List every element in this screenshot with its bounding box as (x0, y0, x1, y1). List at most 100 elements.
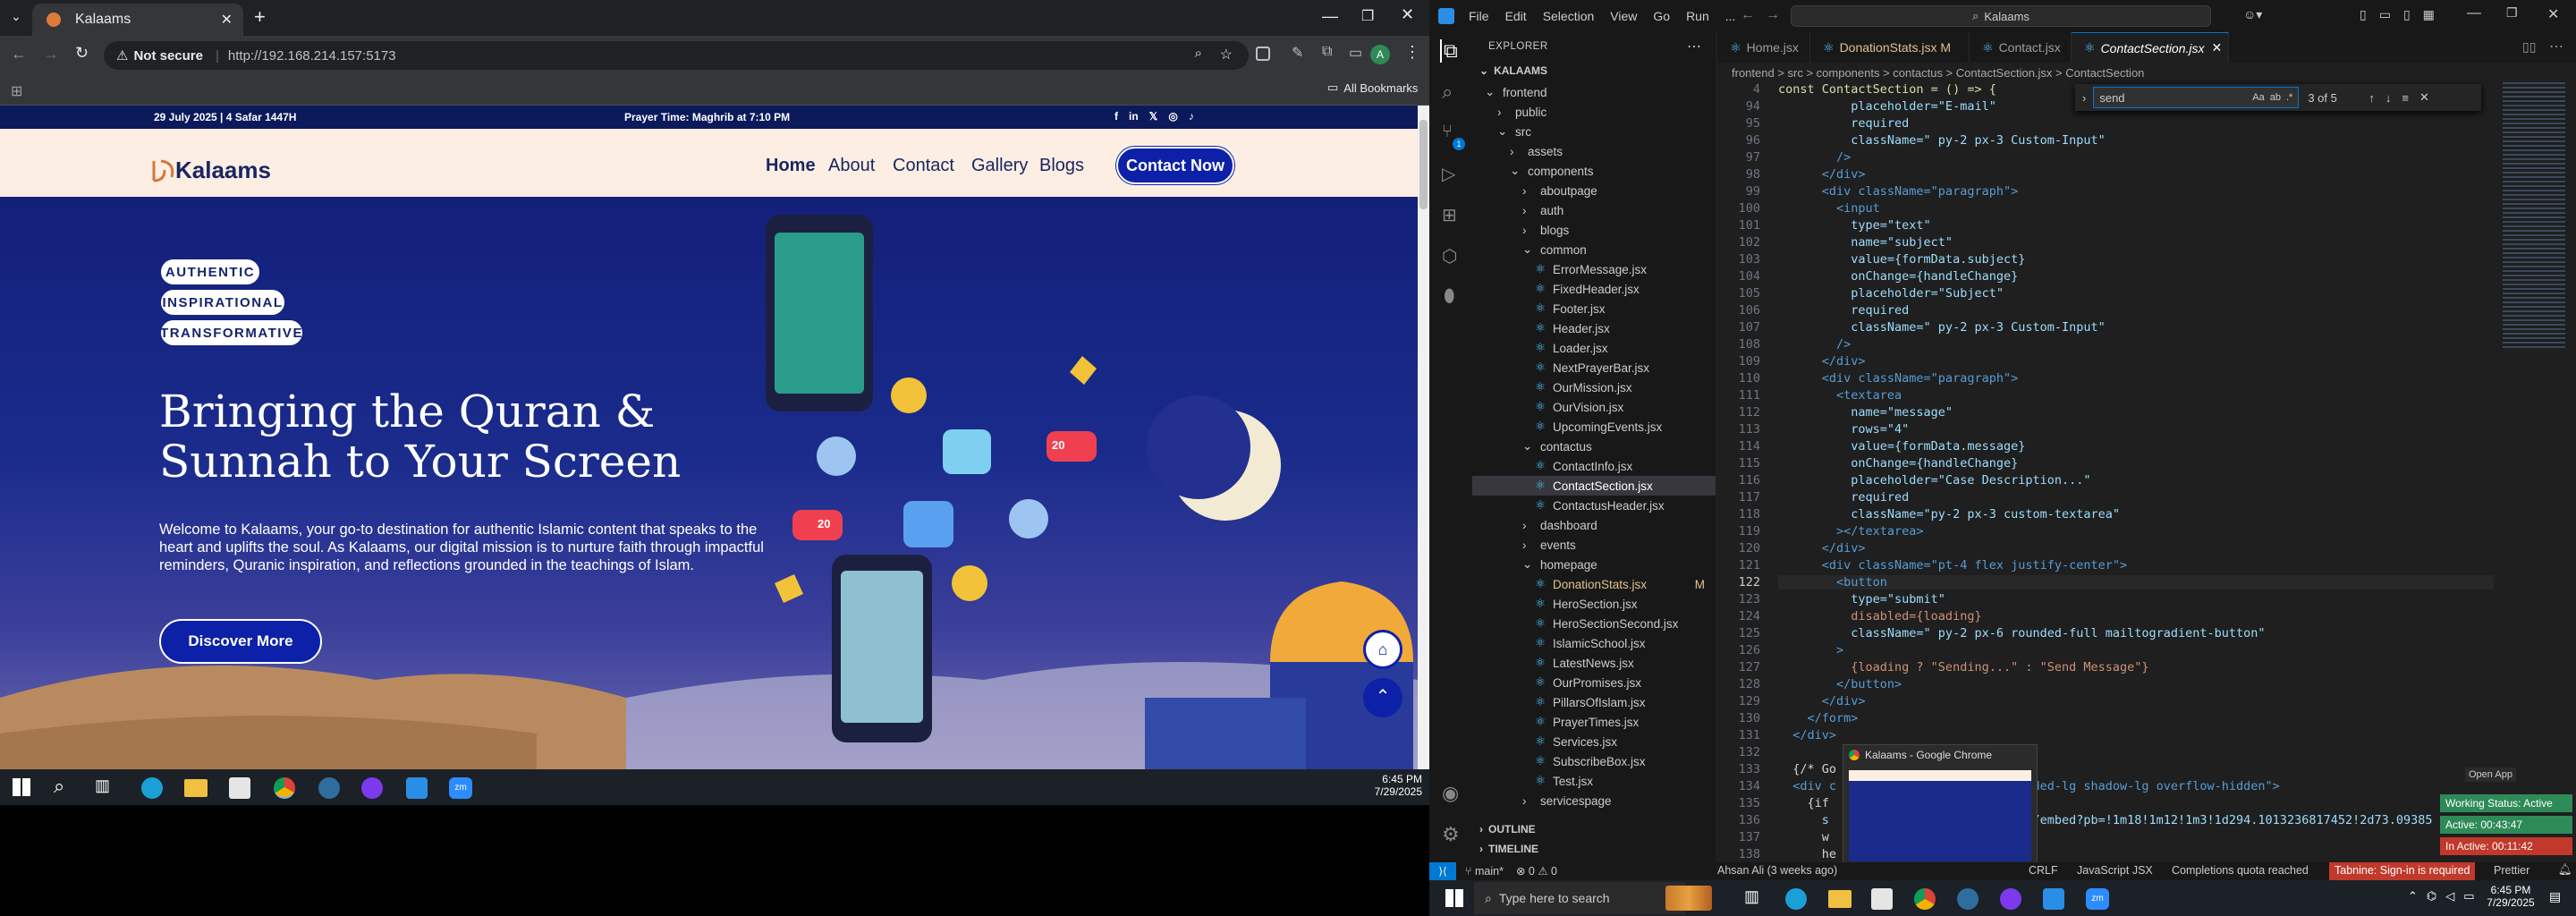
tree-item[interactable]: ⌄ frontend (1472, 82, 1716, 102)
source-control-icon[interactable]: ⑂ (1442, 122, 1453, 142)
editor-more-icon[interactable]: ⋯ (2549, 38, 2563, 55)
nav-contact[interactable]: Contact (893, 156, 954, 176)
eol-item[interactable]: CRLF (2029, 864, 2058, 877)
layout-panel-icon[interactable]: ▭ (2379, 7, 2391, 22)
layout-sidebar-icon[interactable]: ▯ (2360, 7, 2367, 22)
menu-run[interactable]: Run (1686, 9, 1709, 23)
vscode-taskbar-icon[interactable] (406, 777, 428, 799)
tree-item[interactable]: ⚛ PrayerTimes.jsx (1472, 712, 1716, 732)
github-view-icon[interactable]: ⬡ (1442, 245, 1457, 267)
tree-item[interactable]: ⚛ Services.jsx (1472, 732, 1716, 751)
tree-item[interactable]: ⚛ ErrorMessage.jsx (1472, 259, 1716, 279)
battery-icon[interactable]: ▭ (2463, 889, 2474, 903)
tree-item[interactable]: ⌄ src (1472, 122, 1716, 141)
tree-item[interactable]: ⚛ Header.jsx (1472, 318, 1716, 338)
nav-forward-icon[interactable]: → (1766, 7, 1780, 23)
menu-more[interactable]: ... (1725, 9, 1736, 23)
close-tab-icon[interactable]: ✕ (221, 11, 233, 29)
maximize-icon[interactable]: ❐ (1361, 7, 1374, 25)
minimize-icon[interactable]: — (1322, 7, 1338, 26)
edge-icon[interactable] (141, 777, 163, 799)
explorer-icon[interactable]: ⧉ (1440, 39, 1458, 63)
chrome-preview[interactable]: Kalaams - Google Chrome (1843, 744, 2038, 868)
tree-item[interactable]: ⌄ homepage (1472, 555, 1716, 574)
tree-item[interactable]: › public (1472, 102, 1716, 122)
tab-home[interactable]: ⚛ Home.jsx (1717, 32, 1810, 63)
search-icon[interactable]: ⌕ (54, 775, 64, 798)
facebook-icon[interactable]: f (1114, 110, 1118, 123)
sidepanel-icon[interactable]: ▭ (1349, 44, 1362, 62)
contact-now-button[interactable]: Contact Now (1116, 147, 1234, 184)
tree-item[interactable]: ⚛ UpcomingEvents.jsx (1472, 417, 1716, 437)
all-bookmarks[interactable]: ▭ All Bookmarks (1327, 81, 1418, 95)
forward-icon[interactable]: → (43, 45, 59, 64)
breadcrumb[interactable]: frontend > src > components > contactus … (1732, 66, 2144, 80)
chrome-taskbar-icon[interactable] (1914, 888, 1936, 910)
taskbar-search[interactable]: ⌕ Type here to search (1474, 882, 1685, 914)
discover-more-button[interactable]: Discover More (159, 619, 322, 664)
linkedin-icon[interactable]: in (1129, 110, 1139, 123)
bookmark-star-icon[interactable]: ☆ (1220, 46, 1233, 64)
vs-maximize-icon[interactable]: ❐ (2506, 5, 2518, 21)
vs-minimize-icon[interactable]: — (2467, 5, 2481, 21)
minimap[interactable] (2503, 82, 2565, 351)
puzzle-icon[interactable]: ⧉ (1322, 44, 1332, 60)
tree-item[interactable]: ⚛ DonationStats.jsx M (1472, 574, 1716, 594)
network-icon[interactable]: ⌬ (2427, 889, 2436, 903)
language-item[interactable]: JavaScript JSX (2077, 864, 2153, 877)
tree-item[interactable]: ⚛ LatestNews.jsx (1472, 653, 1716, 673)
address-bar[interactable]: ⚠ Not secure | http://192.168.214.157:51… (104, 41, 1249, 70)
windows-start-icon[interactable] (13, 778, 30, 796)
menu-edit[interactable]: Edit (1505, 9, 1527, 23)
zoom-taskbar-icon[interactable]: zm (2086, 888, 2109, 910)
volume-icon[interactable]: ◁ (2445, 889, 2454, 903)
nav-gallery[interactable]: Gallery (971, 156, 1028, 176)
tree-item[interactable]: › servicespage (1472, 791, 1716, 810)
instagram-icon[interactable]: ◎ (1168, 110, 1177, 123)
search-view-icon[interactable]: ⌕ (1442, 81, 1453, 104)
tab-contact[interactable]: ⚛ Contact.jsx (1970, 32, 2072, 63)
nav-blogs[interactable]: Blogs (1039, 156, 1084, 176)
tree-item[interactable]: › events (1472, 535, 1716, 555)
windows-start-icon[interactable] (1445, 889, 1463, 907)
github-icon[interactable] (2000, 888, 2021, 910)
chrome-taskbar-icon[interactable] (274, 777, 295, 799)
vpn-icon[interactable] (1957, 888, 1979, 910)
tree-item[interactable]: ⌄ common (1472, 240, 1716, 259)
completions-item[interactable]: Completions quota reached (2172, 864, 2309, 877)
tree-item[interactable]: ⌄ components (1472, 161, 1716, 181)
github-icon[interactable] (361, 777, 383, 799)
menu-icon[interactable]: ⋮ (1404, 43, 1420, 62)
copilot-icon[interactable]: ☺▾ (2243, 7, 2262, 22)
tree-item[interactable]: ⚛ Footer.jsx (1472, 299, 1716, 318)
git-blame[interactable]: Ahsan Ali (3 weeks ago) (1717, 864, 1837, 877)
close-tab-icon[interactable]: ✕ (2212, 40, 2223, 55)
tree-item[interactable]: ⚛ NextPrayerBar.jsx (1472, 358, 1716, 377)
open-app-link[interactable]: Open App (2465, 768, 2516, 782)
tree-item[interactable]: ⚛ ContactSection.jsx (1472, 476, 1716, 496)
tree-item[interactable]: ⚛ ContactInfo.jsx (1472, 456, 1716, 476)
pen-icon[interactable]: ✎ (1292, 44, 1303, 62)
notifications-icon[interactable]: 🔔︎ (2558, 863, 2572, 877)
apps-icon[interactable]: ⊞ (11, 82, 22, 100)
command-center[interactable]: ⌕ Kalaams (1791, 5, 2211, 27)
x-icon[interactable]: 𝕏 (1149, 110, 1158, 123)
menu-selection[interactable]: Selection (1543, 9, 1595, 23)
store-icon[interactable] (229, 777, 250, 799)
tree-item[interactable]: › dashboard (1472, 515, 1716, 535)
tab-donationstats[interactable]: ⚛ DonationStats.jsx M (1810, 32, 1970, 63)
explorer-more-icon[interactable]: ⋯ (1687, 38, 1701, 55)
layout-aux-icon[interactable]: ▯ (2403, 7, 2411, 22)
vs-close-icon[interactable]: ✕ (2547, 5, 2559, 23)
tree-item[interactable]: ⚛ Test.jsx (1472, 771, 1716, 791)
chat-float-button[interactable]: ⌂ (1363, 630, 1402, 669)
tree-item[interactable]: ⚛ Loader.jsx (1472, 338, 1716, 358)
tree-item[interactable]: › auth (1472, 200, 1716, 220)
logo[interactable]: Kalaams (148, 154, 271, 186)
layout-custom-icon[interactable]: ▦ (2423, 7, 2435, 22)
menu-view[interactable]: View (1610, 9, 1637, 23)
nav-back-icon[interactable]: ← (1741, 7, 1755, 23)
tree-item[interactable]: ⚛ PillarsOfIslam.jsx (1472, 692, 1716, 712)
tree-item[interactable]: › assets (1472, 141, 1716, 161)
tree-item[interactable]: › blogs (1472, 220, 1716, 240)
